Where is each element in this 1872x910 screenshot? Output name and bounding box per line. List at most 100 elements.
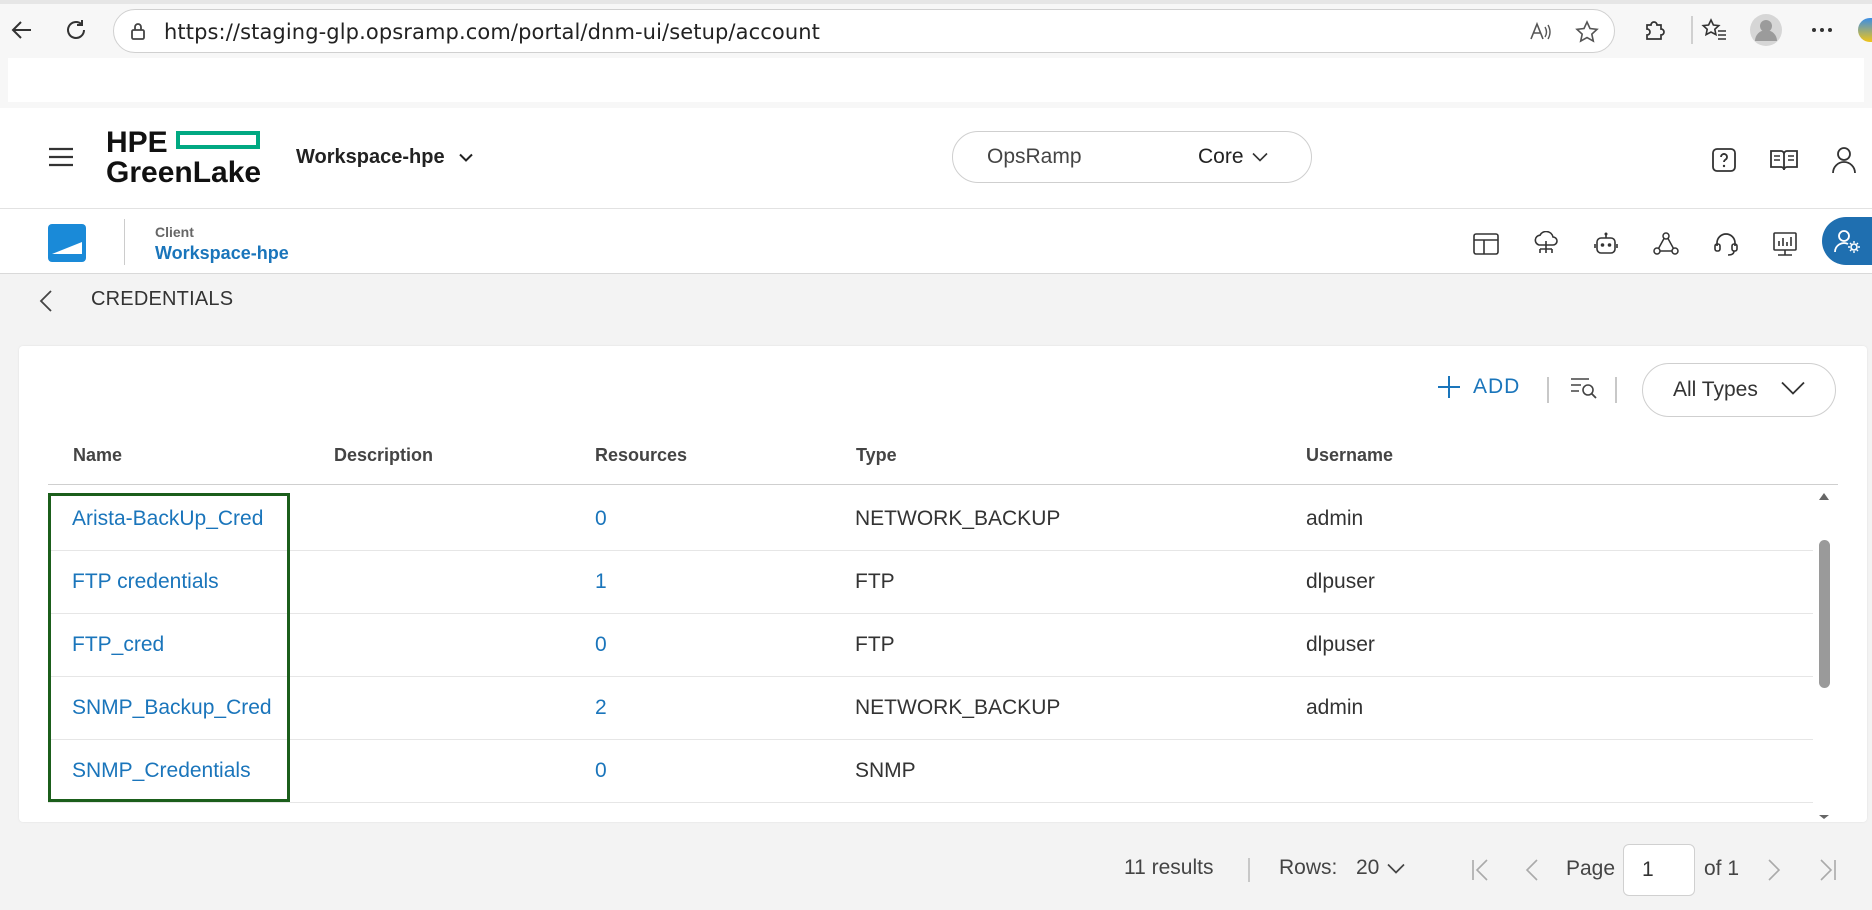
lock-icon[interactable] xyxy=(128,21,148,41)
credential-type: FTP xyxy=(855,633,895,656)
copilot-icon[interactable] xyxy=(1858,18,1872,42)
credential-name-link[interactable]: Arista-BackUp_Cred xyxy=(72,507,263,531)
chevron-down-icon xyxy=(1781,381,1805,395)
rows-per-page-value: 20 xyxy=(1356,856,1380,879)
scroll-up-arrow-icon[interactable] xyxy=(1818,492,1830,501)
client-caption: Client xyxy=(155,224,194,240)
logo-green-rectangle xyxy=(176,131,260,149)
type-filter-value: All Types xyxy=(1673,378,1758,401)
table-header: Name Description Resources Type Username xyxy=(48,440,1838,485)
credential-username: dlpuser xyxy=(1306,570,1375,593)
credential-type: NETWORK_BACKUP xyxy=(855,696,1061,719)
workspace-name: Workspace-hpe xyxy=(296,146,445,168)
page-label: Page xyxy=(1566,857,1616,880)
filter-search-icon[interactable] xyxy=(1569,374,1597,402)
resources-count-link[interactable]: 2 xyxy=(595,696,607,720)
chevron-down-icon xyxy=(458,153,473,163)
credential-username: dlpuser xyxy=(1306,633,1375,656)
topology-network-icon[interactable] xyxy=(1651,229,1681,259)
chevron-down-icon xyxy=(1251,152,1268,162)
credential-type: FTP xyxy=(855,570,895,593)
favorites-list-icon[interactable] xyxy=(1696,12,1732,48)
extensions-icon[interactable] xyxy=(1636,12,1672,48)
browser-toolbar: https://staging-glp.opsramp.com/portal/d… xyxy=(0,0,1872,58)
page-title: CREDENTIALS xyxy=(91,288,234,310)
next-page-icon[interactable] xyxy=(1758,854,1790,886)
core-select[interactable]: Core xyxy=(1198,145,1268,169)
column-header-description[interactable]: Description xyxy=(334,445,433,466)
help-icon[interactable] xyxy=(1708,144,1740,176)
toolbar-separator xyxy=(1615,377,1617,403)
client-divider xyxy=(124,219,125,265)
browser-subbar xyxy=(0,58,1872,108)
core-select-value: Core xyxy=(1198,145,1244,168)
table-row[interactable]: FTP_cred 0 FTP dlpuser xyxy=(48,614,1813,677)
settings-button[interactable] xyxy=(1822,217,1872,265)
table-row[interactable]: Arista-BackUp_Cred 0 NETWORK_BACKUP admi… xyxy=(48,488,1813,551)
scroll-down-arrow-icon[interactable] xyxy=(1818,814,1830,820)
tab-strip-edge xyxy=(0,0,1872,4)
opsramp-logo-icon[interactable] xyxy=(48,224,86,262)
credential-name-link[interactable]: FTP credentials xyxy=(72,570,219,594)
read-aloud-icon[interactable] xyxy=(1528,20,1552,44)
product-switcher[interactable]: OpsRamp Core xyxy=(952,131,1312,183)
support-headset-icon[interactable] xyxy=(1711,229,1741,259)
documentation-book-icon[interactable] xyxy=(1768,144,1800,176)
toolbar-separator xyxy=(1547,377,1549,403)
resources-count-link[interactable]: 0 xyxy=(595,633,607,657)
add-credential-button[interactable]: ADD xyxy=(1437,375,1520,399)
chevron-down-icon xyxy=(1387,863,1405,874)
results-count: 11 results xyxy=(1124,856,1214,879)
client-name-link[interactable]: Workspace-hpe xyxy=(155,243,289,264)
plus-icon xyxy=(1437,375,1461,399)
resources-count-link[interactable]: 0 xyxy=(595,507,607,531)
more-options-icon[interactable] xyxy=(1804,12,1840,48)
credential-type: NETWORK_BACKUP xyxy=(855,507,1061,530)
back-chevron-icon[interactable] xyxy=(36,288,56,314)
pagination-separator xyxy=(1248,858,1250,882)
credential-username: admin xyxy=(1306,696,1364,719)
hpe-greenlake-logo[interactable]: HPE GreenLake xyxy=(106,128,266,188)
rows-per-page-select[interactable]: 20 xyxy=(1356,856,1405,880)
refresh-icon[interactable] xyxy=(58,12,94,48)
back-arrow-icon[interactable] xyxy=(4,12,40,48)
favorite-star-icon[interactable] xyxy=(1574,19,1600,45)
workspace-switcher[interactable]: Workspace-hpe xyxy=(296,146,473,169)
first-page-icon[interactable] xyxy=(1464,854,1496,886)
logo-text-greenlake: GreenLake xyxy=(106,156,262,189)
table-row[interactable]: SNMP_Backup_Cred 2 NETWORK_BACKUP admin xyxy=(48,677,1813,740)
profile-avatar-icon[interactable] xyxy=(1748,12,1784,48)
page-number-input[interactable] xyxy=(1623,844,1695,896)
column-header-username[interactable]: Username xyxy=(1306,445,1393,466)
toolbar-divider xyxy=(1691,16,1693,44)
dashboard-layout-icon[interactable] xyxy=(1471,229,1501,259)
automation-bot-icon[interactable] xyxy=(1591,229,1621,259)
resources-count-link[interactable]: 1 xyxy=(595,570,607,594)
rows-label: Rows: xyxy=(1279,856,1338,879)
column-header-name[interactable]: Name xyxy=(73,445,122,466)
credential-name-link[interactable]: FTP_cred xyxy=(72,633,164,657)
app-header: HPE GreenLake Workspace-hpe OpsRamp Core xyxy=(0,108,1872,209)
cloud-infrastructure-icon[interactable] xyxy=(1531,229,1561,259)
client-bar: Client Workspace-hpe xyxy=(0,209,1872,274)
scrollbar-thumb[interactable] xyxy=(1819,540,1830,688)
address-bar[interactable]: https://staging-glp.opsramp.com/portal/d… xyxy=(113,9,1615,53)
table-row[interactable]: FTP credentials 1 FTP dlpuser xyxy=(48,551,1813,614)
credential-name-link[interactable]: SNMP_Backup_Cred xyxy=(72,696,272,720)
column-header-resources[interactable]: Resources xyxy=(595,445,687,466)
url-text[interactable]: https://staging-glp.opsramp.com/portal/d… xyxy=(164,20,820,44)
credential-name-link[interactable]: SNMP_Credentials xyxy=(72,759,251,783)
page-total: of 1 xyxy=(1704,857,1740,880)
column-header-type[interactable]: Type xyxy=(856,445,897,466)
last-page-icon[interactable] xyxy=(1812,854,1844,886)
pagination-bar: 11 results Rows: 20 Page of 1 xyxy=(0,840,1872,900)
resources-count-link[interactable]: 0 xyxy=(595,759,607,783)
logo-text-hpe: HPE xyxy=(106,126,168,159)
table-row[interactable]: SNMP_Credentials 0 SNMP xyxy=(48,740,1813,803)
user-settings-icon xyxy=(1833,227,1861,255)
reports-chart-icon[interactable] xyxy=(1770,229,1800,259)
previous-page-icon[interactable] xyxy=(1516,854,1548,886)
user-account-icon[interactable] xyxy=(1828,144,1860,176)
hamburger-menu-icon[interactable] xyxy=(48,146,74,168)
type-filter-select[interactable]: All Types xyxy=(1642,363,1836,417)
